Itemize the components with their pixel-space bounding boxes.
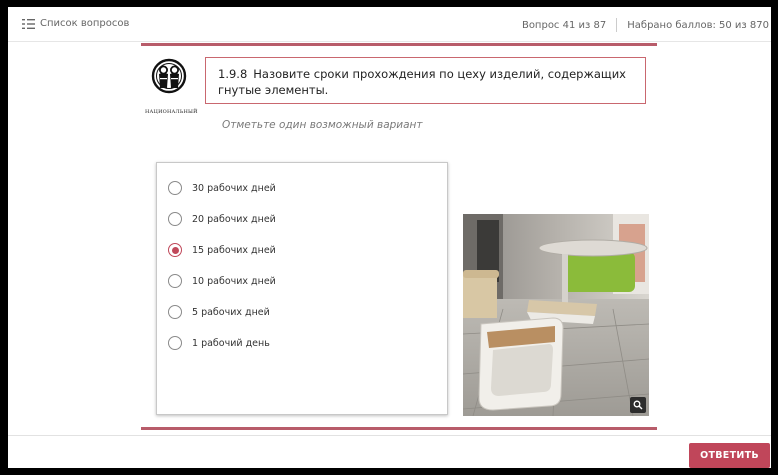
logo-caption: НАЦИОНАЛЬНЫЙ: [145, 109, 198, 115]
answer-button[interactable]: ОТВЕТИТЬ: [689, 443, 770, 468]
radio-button[interactable]: [168, 336, 182, 350]
list-icon: [22, 18, 35, 29]
logo-emblem-icon: [151, 58, 187, 94]
option-label: 30 рабочих дней: [192, 182, 276, 194]
option-label: 10 рабочих дней: [192, 275, 276, 287]
radio-dot: [171, 246, 179, 254]
test-screen: Список вопросов Вопрос 41 из 87 Набрано …: [8, 7, 771, 468]
radio-button-selected[interactable]: [168, 243, 182, 257]
question-text: Назовите сроки прохождения по цеху издел…: [218, 67, 626, 97]
footer-divider: [8, 435, 771, 436]
question-list-button[interactable]: Список вопросов: [22, 18, 129, 29]
radio-button[interactable]: [168, 181, 182, 195]
content-top-accent-line: [141, 43, 657, 46]
question-number: 1.9.8: [218, 67, 248, 81]
option-30-days[interactable]: 30 рабочих дней: [168, 179, 276, 197]
question-photo[interactable]: [463, 214, 649, 416]
zoom-button[interactable]: [630, 397, 646, 413]
option-label: 1 рабочий день: [192, 337, 270, 349]
options-panel: 30 рабочих дней 20 рабочих дней 15 рабоч…: [156, 162, 448, 415]
radio-button[interactable]: [168, 274, 182, 288]
question-box: 1.9.8 Назовите сроки прохождения по цеху …: [205, 57, 646, 104]
furniture-photo-image: [463, 214, 649, 416]
option-1-day[interactable]: 1 рабочий день: [168, 334, 270, 352]
option-5-days[interactable]: 5 рабочих дней: [168, 303, 270, 321]
option-15-days[interactable]: 15 рабочих дней: [168, 241, 276, 259]
option-label: 20 рабочих дней: [192, 213, 276, 225]
question-list-label: Список вопросов: [40, 18, 130, 29]
option-10-days[interactable]: 10 рабочих дней: [168, 272, 276, 290]
option-label: 5 рабочих дней: [192, 306, 270, 318]
organization-logo: НАЦИОНАЛЬНЫЙ: [145, 55, 198, 115]
radio-button[interactable]: [168, 212, 182, 226]
top-bar: Список вопросов Вопрос 41 из 87 Набрано …: [8, 7, 771, 42]
progress-info: Вопрос 41 из 87 Набрано баллов: 50 из 87…: [522, 18, 769, 32]
answer-hint: Отметьте один возможный вариант: [222, 119, 423, 131]
option-20-days[interactable]: 20 рабочих дней: [168, 210, 276, 228]
score-text: Набрано баллов: 50 из 870: [627, 19, 769, 31]
divider: [616, 18, 618, 32]
magnifier-icon: [633, 400, 643, 410]
option-label: 15 рабочих дней: [192, 244, 276, 256]
content-bottom-accent-line: [141, 427, 657, 430]
question-counter: Вопрос 41 из 87: [521, 19, 607, 31]
radio-button[interactable]: [168, 305, 182, 319]
